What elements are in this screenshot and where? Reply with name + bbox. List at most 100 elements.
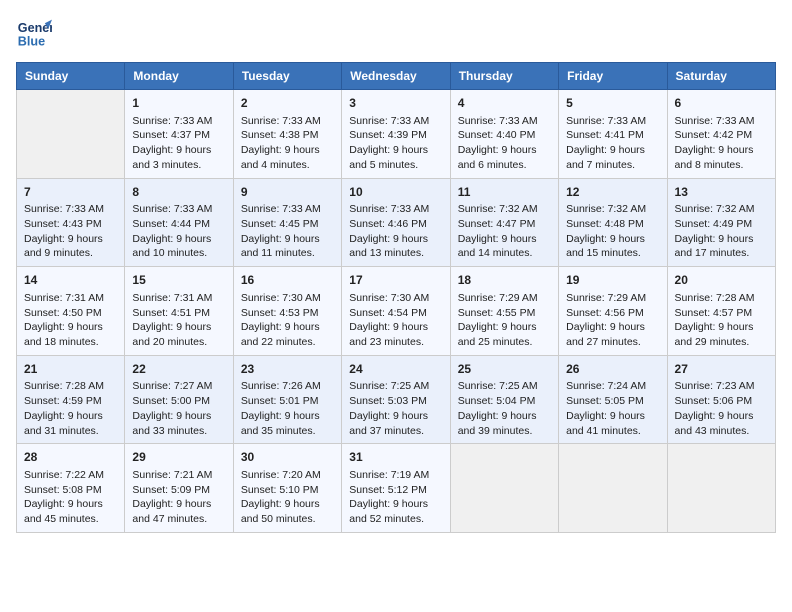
- cell-text: and 20 minutes.: [132, 335, 225, 350]
- cell-text: Daylight: 9 hours: [458, 143, 551, 158]
- cell-text: Sunrise: 7:19 AM: [349, 468, 442, 483]
- cell-text: Daylight: 9 hours: [349, 409, 442, 424]
- cell-text: Sunrise: 7:33 AM: [241, 114, 334, 129]
- cell-text: Sunrise: 7:31 AM: [132, 291, 225, 306]
- cell-text: Sunrise: 7:30 AM: [241, 291, 334, 306]
- cell-text: Sunrise: 7:33 AM: [132, 202, 225, 217]
- cell-text: Sunrise: 7:25 AM: [458, 379, 551, 394]
- cell-text: Sunset: 4:50 PM: [24, 306, 117, 321]
- cell-text: and 18 minutes.: [24, 335, 117, 350]
- calendar-cell: 28Sunrise: 7:22 AMSunset: 5:08 PMDayligh…: [17, 444, 125, 533]
- cell-text: Daylight: 9 hours: [132, 497, 225, 512]
- cell-text: Daylight: 9 hours: [24, 320, 117, 335]
- cell-text: Sunset: 4:47 PM: [458, 217, 551, 232]
- cell-text: Sunset: 5:06 PM: [675, 394, 768, 409]
- calendar-cell: 16Sunrise: 7:30 AMSunset: 4:53 PMDayligh…: [233, 267, 341, 356]
- calendar-cell: 24Sunrise: 7:25 AMSunset: 5:03 PMDayligh…: [342, 355, 450, 444]
- cell-text: and 47 minutes.: [132, 512, 225, 527]
- logo: General Blue: [16, 16, 52, 52]
- calendar-cell: 13Sunrise: 7:32 AMSunset: 4:49 PMDayligh…: [667, 178, 775, 267]
- cell-text: Sunset: 4:55 PM: [458, 306, 551, 321]
- cell-text: Sunset: 4:48 PM: [566, 217, 659, 232]
- cell-text: Sunset: 4:40 PM: [458, 128, 551, 143]
- cell-text: and 39 minutes.: [458, 424, 551, 439]
- cell-text: Sunset: 5:08 PM: [24, 483, 117, 498]
- cell-text: Sunset: 4:59 PM: [24, 394, 117, 409]
- cell-text: Sunset: 4:53 PM: [241, 306, 334, 321]
- calendar-cell: [450, 444, 558, 533]
- day-number: 28: [24, 449, 117, 466]
- cell-text: Sunset: 5:09 PM: [132, 483, 225, 498]
- day-number: 21: [24, 361, 117, 378]
- cell-text: Daylight: 9 hours: [132, 320, 225, 335]
- cell-text: Daylight: 9 hours: [132, 409, 225, 424]
- cell-text: and 8 minutes.: [675, 158, 768, 173]
- cell-text: and 37 minutes.: [349, 424, 442, 439]
- calendar-cell: 22Sunrise: 7:27 AMSunset: 5:00 PMDayligh…: [125, 355, 233, 444]
- cell-text: Sunrise: 7:31 AM: [24, 291, 117, 306]
- cell-text: Daylight: 9 hours: [675, 143, 768, 158]
- cell-text: Daylight: 9 hours: [241, 143, 334, 158]
- cell-text: Sunset: 4:46 PM: [349, 217, 442, 232]
- cell-text: and 27 minutes.: [566, 335, 659, 350]
- day-number: 9: [241, 184, 334, 201]
- day-number: 16: [241, 272, 334, 289]
- day-number: 29: [132, 449, 225, 466]
- day-number: 7: [24, 184, 117, 201]
- cell-text: Sunset: 5:04 PM: [458, 394, 551, 409]
- day-number: 6: [675, 95, 768, 112]
- calendar-cell: 17Sunrise: 7:30 AMSunset: 4:54 PMDayligh…: [342, 267, 450, 356]
- cell-text: and 17 minutes.: [675, 246, 768, 261]
- cell-text: Sunrise: 7:32 AM: [675, 202, 768, 217]
- cell-text: and 5 minutes.: [349, 158, 442, 173]
- calendar-cell: 15Sunrise: 7:31 AMSunset: 4:51 PMDayligh…: [125, 267, 233, 356]
- calendar-cell: [17, 90, 125, 179]
- cell-text: and 15 minutes.: [566, 246, 659, 261]
- calendar-cell: 6Sunrise: 7:33 AMSunset: 4:42 PMDaylight…: [667, 90, 775, 179]
- calendar-cell: 14 Sunrise: 7:31 AMSunset: 4:50 PMDayligh…: [17, 267, 125, 356]
- cell-text: Sunrise: 7:33 AM: [349, 202, 442, 217]
- calendar-cell: 12Sunrise: 7:32 AMSunset: 4:48 PMDayligh…: [559, 178, 667, 267]
- cell-text: Sunrise: 7:22 AM: [24, 468, 117, 483]
- day-number: 30: [241, 449, 334, 466]
- cell-text: Daylight: 9 hours: [349, 320, 442, 335]
- cell-text: Sunrise: 7:33 AM: [24, 202, 117, 217]
- cell-text: Daylight: 9 hours: [675, 232, 768, 247]
- header: General Blue: [16, 16, 776, 52]
- day-number: 27: [675, 361, 768, 378]
- calendar-cell: 10Sunrise: 7:33 AMSunset: 4:46 PMDayligh…: [342, 178, 450, 267]
- cell-text: and 3 minutes.: [132, 158, 225, 173]
- day-number: 23: [241, 361, 334, 378]
- cell-text: Sunrise: 7:24 AM: [566, 379, 659, 394]
- cell-text: Daylight: 9 hours: [566, 409, 659, 424]
- cell-text: Daylight: 9 hours: [24, 232, 117, 247]
- cell-text: Daylight: 9 hours: [349, 232, 442, 247]
- cell-text: Sunset: 5:00 PM: [132, 394, 225, 409]
- day-number: 14: [24, 272, 117, 289]
- calendar-cell: 9Sunrise: 7:33 AMSunset: 4:45 PMDaylight…: [233, 178, 341, 267]
- svg-text:Blue: Blue: [18, 35, 45, 49]
- calendar-cell: 26Sunrise: 7:24 AMSunset: 5:05 PMDayligh…: [559, 355, 667, 444]
- calendar-cell: 20Sunrise: 7:28 AMSunset: 4:57 PMDayligh…: [667, 267, 775, 356]
- calendar-cell: [667, 444, 775, 533]
- cell-text: Sunrise: 7:23 AM: [675, 379, 768, 394]
- day-number: 18: [458, 272, 551, 289]
- cell-text: Sunset: 4:57 PM: [675, 306, 768, 321]
- cell-text: Daylight: 9 hours: [241, 409, 334, 424]
- day-number: 17: [349, 272, 442, 289]
- cell-text: Sunrise: 7:33 AM: [349, 114, 442, 129]
- cell-text: Sunrise: 7:33 AM: [675, 114, 768, 129]
- col-header-tuesday: Tuesday: [233, 63, 341, 90]
- cell-text: Sunset: 4:56 PM: [566, 306, 659, 321]
- cell-text: and 43 minutes.: [675, 424, 768, 439]
- calendar-cell: 4Sunrise: 7:33 AMSunset: 4:40 PMDaylight…: [450, 90, 558, 179]
- col-header-friday: Friday: [559, 63, 667, 90]
- cell-text: Sunset: 4:49 PM: [675, 217, 768, 232]
- cell-text: Daylight: 9 hours: [566, 320, 659, 335]
- cell-text: Sunset: 5:10 PM: [241, 483, 334, 498]
- cell-text: Sunrise: 7:29 AM: [566, 291, 659, 306]
- calendar-cell: 11Sunrise: 7:32 AMSunset: 4:47 PMDayligh…: [450, 178, 558, 267]
- cell-text: Sunset: 5:05 PM: [566, 394, 659, 409]
- cell-text: and 10 minutes.: [132, 246, 225, 261]
- day-number: 20: [675, 272, 768, 289]
